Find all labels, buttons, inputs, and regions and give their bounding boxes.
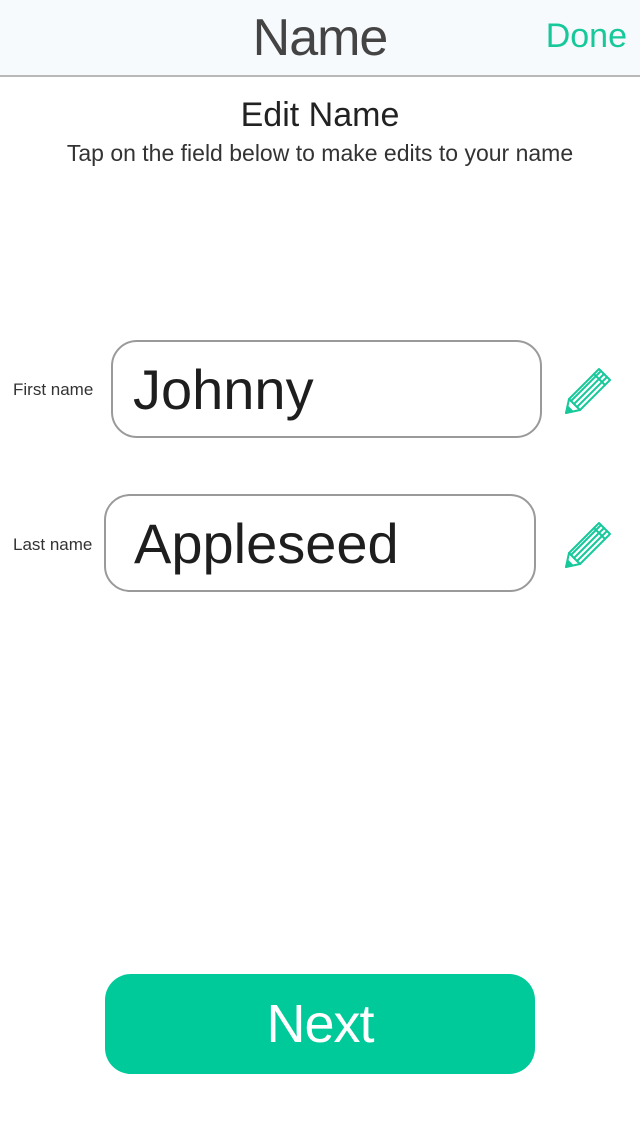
first-name-label: First name (13, 380, 94, 399)
next-button[interactable]: Next (105, 974, 535, 1074)
last-name-label: Last name (13, 535, 93, 554)
navigation-bar: Name Done (0, 0, 640, 77)
first-name-field-box[interactable] (111, 340, 542, 438)
last-name-field-box[interactable] (104, 494, 536, 592)
last-name-field[interactable] (134, 496, 518, 590)
section-heading: Edit Name (240, 96, 400, 134)
pencil-icon[interactable] (563, 366, 613, 416)
done-button[interactable]: Done (546, 17, 627, 56)
first-name-field[interactable] (133, 342, 524, 436)
pencil-icon[interactable] (563, 520, 613, 570)
page-title: Name (252, 9, 389, 67)
section-subtitle: Tap on the field below to make edits to … (66, 140, 574, 166)
